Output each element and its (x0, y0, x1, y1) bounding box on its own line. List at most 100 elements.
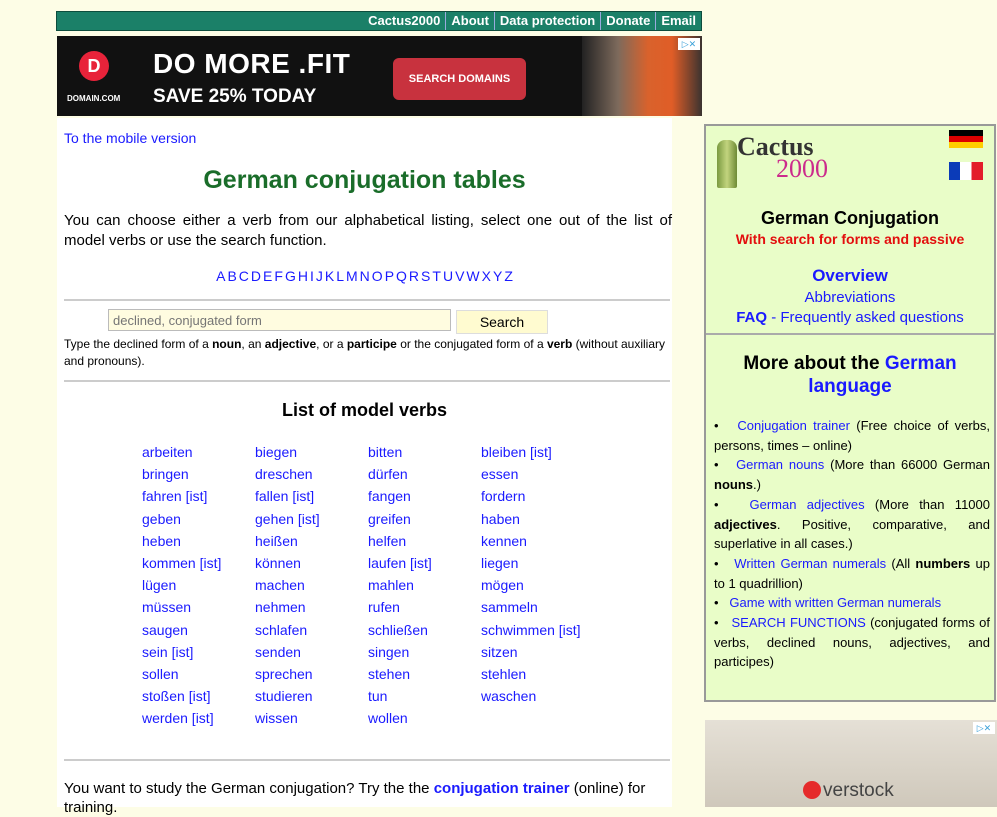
nav-cactus2000[interactable]: Cactus2000 (363, 12, 445, 30)
alphabet-letter-j[interactable]: J (316, 268, 323, 284)
model-verb-link[interactable]: machen (255, 574, 368, 596)
search-button[interactable]: Search (456, 310, 548, 334)
conjugation-trainer-link[interactable]: conjugation trainer (434, 780, 570, 797)
sidebar-resource-link[interactable]: Written German numerals (734, 556, 886, 571)
model-verb-link[interactable]: schwimmen [ist] (481, 619, 598, 641)
faq-description-link[interactable]: - Frequently asked questions (767, 309, 964, 326)
model-verb-link[interactable]: mögen (481, 574, 598, 596)
sidebar-resource-link[interactable]: German adjectives (750, 497, 865, 512)
alphabet-letter-y[interactable]: Y (493, 268, 502, 284)
alphabet-letter-g[interactable]: G (285, 268, 296, 284)
model-verb-link[interactable]: haben (481, 508, 598, 530)
ad-banner[interactable]: D DOMAIN.COM DO MORE .FIT SAVE 25% TODAY… (57, 36, 702, 116)
nav-donate[interactable]: Donate (600, 12, 655, 30)
model-verb-link[interactable]: stehen (368, 663, 481, 685)
nav-about[interactable]: About (445, 12, 494, 30)
model-verb-link[interactable]: fangen (368, 485, 481, 507)
french-flag-icon[interactable] (949, 162, 983, 180)
cactus2000-logo[interactable]: Cactus 2000 (714, 130, 844, 188)
model-verb-link[interactable]: sein [ist] (142, 641, 255, 663)
alphabet-letter-p[interactable]: P (385, 268, 394, 284)
alphabet-letter-o[interactable]: O (372, 268, 383, 284)
model-verb-link[interactable]: bleiben [ist] (481, 441, 598, 463)
model-verb-link[interactable]: fahren [ist] (142, 485, 255, 507)
alphabet-letter-f[interactable]: F (274, 268, 283, 284)
bottom-ad[interactable]: ▷✕ verstock (705, 720, 997, 807)
alphabet-letter-l[interactable]: L (336, 268, 344, 284)
model-verb-link[interactable]: können (255, 552, 368, 574)
model-verb-link[interactable]: stehlen (481, 663, 598, 685)
alphabet-letter-e[interactable]: E (263, 268, 272, 284)
model-verb-link[interactable]: sammeln (481, 596, 598, 618)
model-verb-link[interactable]: schlafen (255, 619, 368, 641)
model-verb-link[interactable]: essen (481, 463, 598, 485)
alphabet-letter-i[interactable]: I (310, 268, 314, 284)
model-verb-link[interactable]: bitten (368, 441, 481, 463)
alphabet-letter-w[interactable]: W (466, 268, 479, 284)
model-verb-link[interactable]: liegen (481, 552, 598, 574)
alphabet-letter-k[interactable]: K (325, 268, 334, 284)
model-verb-link[interactable]: dreschen (255, 463, 368, 485)
sidebar-resource-link[interactable]: Game with written German numerals (729, 595, 941, 610)
model-verb-link[interactable]: fordern (481, 485, 598, 507)
model-verb-link[interactable]: biegen (255, 441, 368, 463)
model-verb-link[interactable]: kennen (481, 530, 598, 552)
model-verb-link[interactable]: studieren (255, 685, 368, 707)
model-verb-link[interactable]: mahlen (368, 574, 481, 596)
model-verb-link[interactable]: sollen (142, 663, 255, 685)
model-verb-link[interactable]: heißen (255, 530, 368, 552)
model-verb-link[interactable]: greifen (368, 508, 481, 530)
model-verb-link[interactable]: werden [ist] (142, 707, 255, 729)
model-verb-link[interactable]: sitzen (481, 641, 598, 663)
overview-link[interactable]: Overview (812, 266, 888, 285)
adchoices-icon[interactable]: ▷✕ (973, 722, 995, 734)
model-verb-link[interactable]: waschen (481, 685, 598, 707)
model-verb-link[interactable]: saugen (142, 619, 255, 641)
alphabet-letter-r[interactable]: R (409, 268, 419, 284)
alphabet-letter-a[interactable]: A (216, 268, 225, 284)
model-verb-link[interactable]: sprechen (255, 663, 368, 685)
mobile-version-link[interactable]: To the mobile version (64, 130, 196, 146)
model-verb-link[interactable]: arbeiten (142, 441, 255, 463)
nav-email[interactable]: Email (655, 12, 701, 30)
alphabet-letter-u[interactable]: U (443, 268, 453, 284)
model-verb-link[interactable]: laufen [ist] (368, 552, 481, 574)
model-verb-link[interactable]: kommen [ist] (142, 552, 255, 574)
alphabet-letter-h[interactable]: H (298, 268, 308, 284)
model-verb-link[interactable]: heben (142, 530, 255, 552)
alphabet-letter-q[interactable]: Q (396, 268, 407, 284)
model-verb-link[interactable]: dürfen (368, 463, 481, 485)
sidebar-resource-link[interactable]: SEARCH FUNCTIONS (731, 615, 865, 630)
german-flag-icon[interactable] (949, 130, 983, 148)
alphabet-letter-m[interactable]: M (346, 268, 358, 284)
alphabet-letter-d[interactable]: D (251, 268, 261, 284)
alphabet-letter-x[interactable]: X (482, 268, 491, 284)
alphabet-letter-b[interactable]: B (227, 268, 236, 284)
model-verb-link[interactable]: müssen (142, 596, 255, 618)
model-verb-link[interactable]: schließen (368, 619, 481, 641)
alphabet-letter-t[interactable]: T (432, 268, 441, 284)
faq-link[interactable]: FAQ (736, 309, 767, 326)
alphabet-letter-v[interactable]: V (455, 268, 464, 284)
abbreviations-link[interactable]: Abbreviations (805, 289, 896, 306)
model-verb-link[interactable]: nehmen (255, 596, 368, 618)
alphabet-letter-z[interactable]: Z (504, 268, 513, 284)
model-verb-link[interactable]: rufen (368, 596, 481, 618)
model-verb-link[interactable]: tun (368, 685, 481, 707)
model-verb-link[interactable]: wollen (368, 707, 481, 729)
model-verb-link[interactable]: singen (368, 641, 481, 663)
model-verb-link[interactable]: bringen (142, 463, 255, 485)
model-verb-link[interactable]: stoßen [ist] (142, 685, 255, 707)
nav-data-protection[interactable]: Data protection (493, 12, 600, 30)
adchoices-icon[interactable]: ▷✕ (678, 38, 700, 50)
model-verb-link[interactable]: lügen (142, 574, 255, 596)
model-verb-link[interactable]: senden (255, 641, 368, 663)
model-verb-link[interactable]: helfen (368, 530, 481, 552)
search-input[interactable] (108, 309, 451, 331)
model-verb-link[interactable]: gehen [ist] (255, 508, 368, 530)
ad-cta-button[interactable]: SEARCH DOMAINS (393, 58, 526, 100)
model-verb-link[interactable]: fallen [ist] (255, 485, 368, 507)
model-verb-link[interactable]: wissen (255, 707, 368, 729)
alphabet-letter-n[interactable]: N (360, 268, 370, 284)
sidebar-resource-link[interactable]: German nouns (736, 457, 824, 472)
